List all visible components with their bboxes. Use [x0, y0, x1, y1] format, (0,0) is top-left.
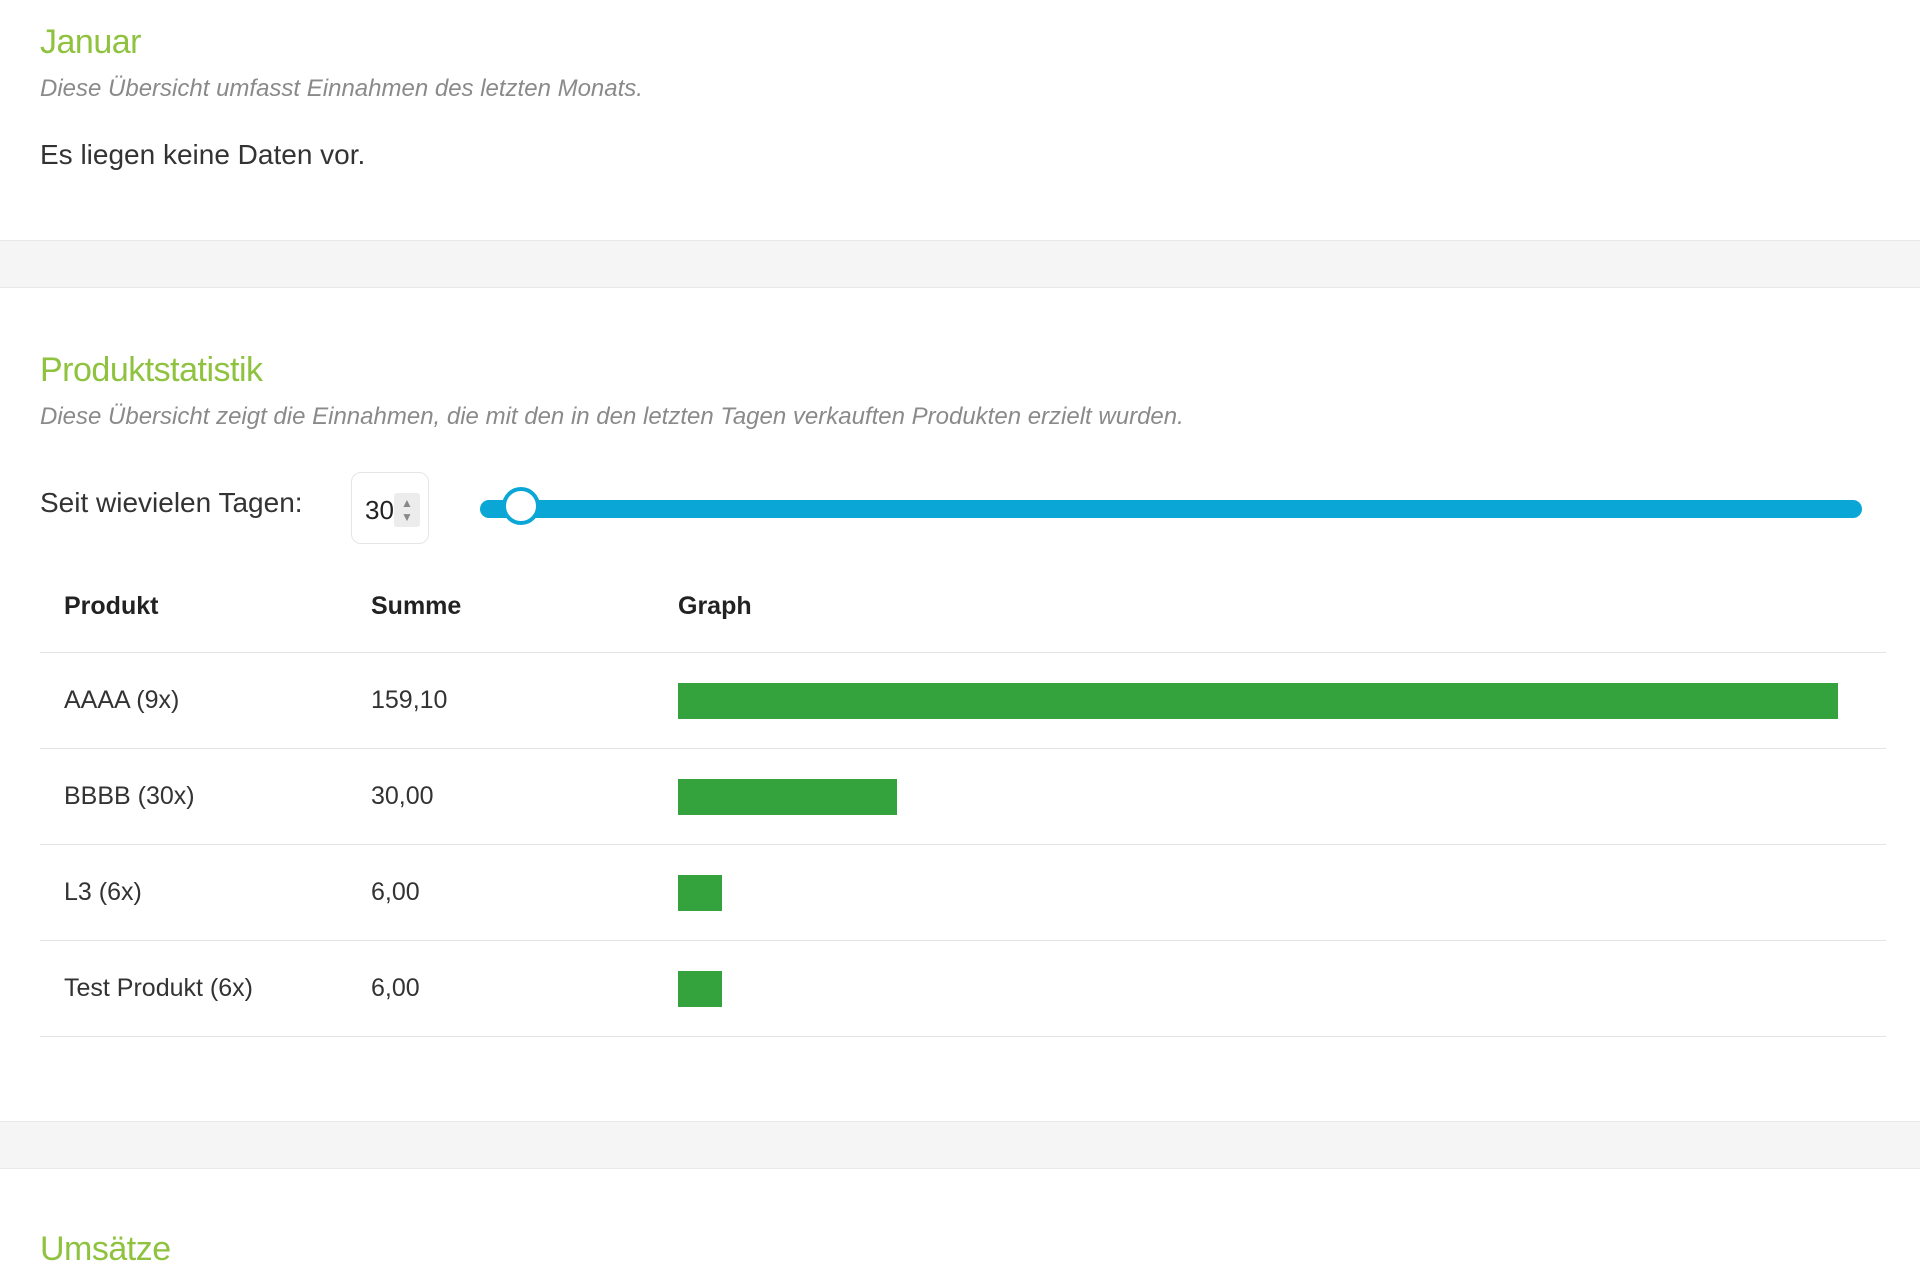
days-filter-row: Seit wievielen Tagen: 30 ▲ ▼ — [40, 472, 1886, 552]
graph-cell — [654, 940, 1886, 1037]
days-number-input[interactable]: 30 ▲ ▼ — [351, 472, 429, 544]
product-sum: 30,00 — [347, 748, 654, 845]
product-name: AAAA (9x) — [40, 652, 347, 749]
produktstatistik-title: Produktstatistik — [40, 351, 263, 389]
column-header-graph: Graph — [654, 560, 1886, 653]
product-sum: 159,10 — [347, 652, 654, 749]
table-row: AAAA (9x) 159,10 — [40, 652, 1886, 749]
product-name: L3 (6x) — [40, 844, 347, 941]
graph-cell — [654, 652, 1886, 749]
revenue-bar — [678, 682, 1838, 719]
graph-cell — [654, 844, 1886, 941]
revenue-bar — [678, 778, 897, 815]
no-data-message: Es liegen keine Daten vor. — [40, 139, 366, 170]
column-header-produkt: Produkt — [40, 560, 347, 653]
days-value[interactable]: 30 — [365, 495, 394, 525]
table-row: L3 (6x) 6,00 — [40, 844, 1886, 941]
umsaetze-panel: Umsätze — [0, 1168, 1920, 1280]
days-label: Seit wievielen Tagen: — [40, 487, 303, 518]
product-sum: 6,00 — [347, 844, 654, 941]
januar-subtitle: Diese Übersicht umfasst Einnahmen des le… — [40, 75, 643, 102]
graph-cell — [654, 748, 1886, 845]
product-sum: 6,00 — [347, 940, 654, 1037]
product-name: BBBB (30x) — [40, 748, 347, 845]
product-name: Test Produkt (6x) — [40, 940, 347, 1037]
days-slider[interactable] — [480, 487, 1862, 525]
spinner-arrows-icon[interactable]: ▲ ▼ — [394, 493, 420, 527]
product-stats-table: Produkt Summe Graph AAAA (9x) 159,10 BBB… — [40, 560, 1886, 1037]
produktstatistik-panel: Produktstatistik Diese Übersicht zeigt d… — [0, 287, 1920, 1122]
column-header-summe: Summe — [347, 560, 654, 653]
umsaetze-title: Umsätze — [40, 1230, 171, 1268]
table-header-row: Produkt Summe Graph — [40, 560, 1886, 653]
januar-title: Januar — [40, 23, 141, 61]
januar-panel: Januar Diese Übersicht umfasst Einnahmen… — [0, 0, 1920, 241]
revenue-bar — [678, 970, 722, 1007]
produktstatistik-subtitle: Diese Übersicht zeigt die Einnahmen, die… — [40, 403, 1184, 430]
revenue-bar — [678, 874, 722, 911]
table-row: BBBB (30x) 30,00 — [40, 748, 1886, 845]
slider-handle[interactable] — [502, 487, 541, 525]
table-row: Test Produkt (6x) 6,00 — [40, 940, 1886, 1037]
